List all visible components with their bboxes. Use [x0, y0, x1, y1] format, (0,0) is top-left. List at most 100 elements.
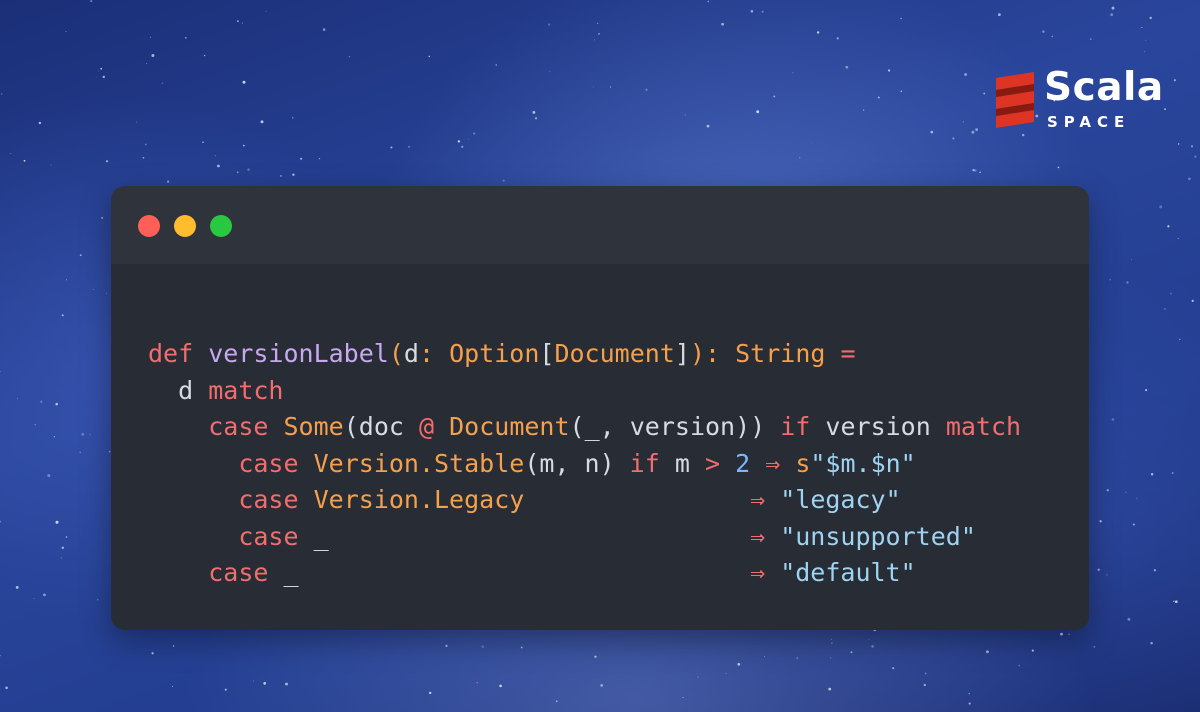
star — [547, 23, 551, 26]
code-token-plain-text — [780, 449, 795, 478]
star — [1159, 205, 1163, 209]
code-token-keyword: def — [148, 339, 194, 368]
star — [151, 54, 155, 57]
star — [592, 86, 594, 88]
code-token-string-literal: "unsupported" — [780, 521, 976, 551]
code-token-plain-text — [193, 339, 208, 368]
code-token-type-name: Option — [449, 339, 540, 368]
code-token-plain-text: d — [403, 339, 419, 368]
star — [1090, 38, 1092, 40]
code-token-function-name: versionLabel — [208, 339, 389, 368]
star — [725, 672, 727, 675]
star — [598, 32, 600, 35]
star — [750, 10, 754, 13]
star — [924, 672, 927, 675]
code-line: case Some(doc @ Document(_, version)) if… — [148, 409, 1021, 446]
star — [79, 254, 82, 257]
star — [1106, 574, 1108, 576]
code-token-plain-text — [720, 449, 735, 478]
star — [1174, 600, 1178, 604]
star — [1169, 292, 1172, 295]
star — [887, 69, 891, 72]
star — [1173, 600, 1175, 602]
star — [1097, 568, 1100, 571]
star — [23, 159, 26, 162]
code-token-keyword: = — [825, 339, 856, 368]
star — [101, 216, 104, 219]
code-window: def versionLabel(d: Option[Document]): S… — [111, 186, 1089, 630]
scala-space-logo: Scala SPACE — [992, 65, 1170, 138]
code-token-type-name: Version.Legacy — [313, 485, 525, 514]
star — [697, 676, 699, 678]
close-window-button[interactable] — [138, 215, 160, 237]
star — [1111, 418, 1115, 421]
star — [95, 76, 97, 78]
star — [136, 121, 138, 123]
code-token-plain-text: (m, n) — [524, 448, 630, 478]
star — [979, 171, 981, 174]
star — [998, 13, 1001, 16]
star — [161, 82, 164, 85]
star — [265, 10, 267, 12]
star — [79, 451, 82, 454]
star — [600, 684, 604, 687]
code-token-plain-text: version — [810, 412, 946, 441]
star — [930, 130, 934, 134]
star — [830, 638, 832, 640]
code-token-type-name: ( — [388, 339, 404, 368]
star — [609, 86, 612, 88]
star — [0, 654, 1, 657]
star — [1057, 166, 1060, 169]
star — [1171, 472, 1174, 474]
code-line: case Version.Legacy ⇒ "legacy" — [148, 482, 1021, 519]
star — [1150, 641, 1153, 645]
code-token-plain-text: d — [148, 375, 209, 405]
code-token-type-name: : — [418, 339, 450, 368]
code-token-plain-text: _ — [298, 521, 751, 551]
minimize-window-button[interactable] — [174, 215, 196, 237]
star — [61, 546, 64, 549]
star — [172, 645, 175, 647]
code-token-plain-text: _ — [268, 558, 751, 587]
maximize-window-button[interactable] — [210, 215, 232, 237]
star — [706, 124, 710, 128]
star — [224, 688, 227, 691]
code-token-plain-text — [148, 522, 238, 551]
code-token-keyword: if — [780, 412, 811, 441]
star — [871, 645, 874, 648]
code-token-type-name: Document — [554, 339, 675, 368]
star — [986, 650, 989, 654]
star — [61, 314, 64, 317]
star — [171, 685, 174, 687]
star — [831, 642, 833, 644]
code-token-type-name: s — [795, 448, 811, 478]
star — [1178, 143, 1180, 145]
code-token-plain-text: (doc — [343, 412, 419, 441]
code-line: d match — [148, 373, 1021, 410]
star — [322, 28, 326, 31]
star — [214, 155, 216, 157]
star — [549, 70, 551, 72]
star — [900, 90, 903, 92]
star — [1177, 237, 1179, 240]
star — [1042, 30, 1045, 33]
star — [461, 145, 464, 148]
star — [850, 651, 853, 654]
star — [236, 20, 239, 23]
star — [845, 65, 849, 69]
star — [1109, 279, 1111, 281]
star — [60, 557, 62, 559]
star — [594, 655, 597, 658]
star — [684, 114, 686, 116]
star — [1150, 473, 1154, 476]
star — [1060, 632, 1063, 636]
star — [0, 520, 2, 523]
star — [247, 168, 250, 171]
star — [217, 164, 220, 168]
star — [737, 662, 741, 666]
star — [445, 644, 448, 647]
star — [1132, 523, 1135, 526]
star — [499, 684, 502, 688]
star — [1179, 338, 1181, 341]
star — [792, 72, 794, 74]
